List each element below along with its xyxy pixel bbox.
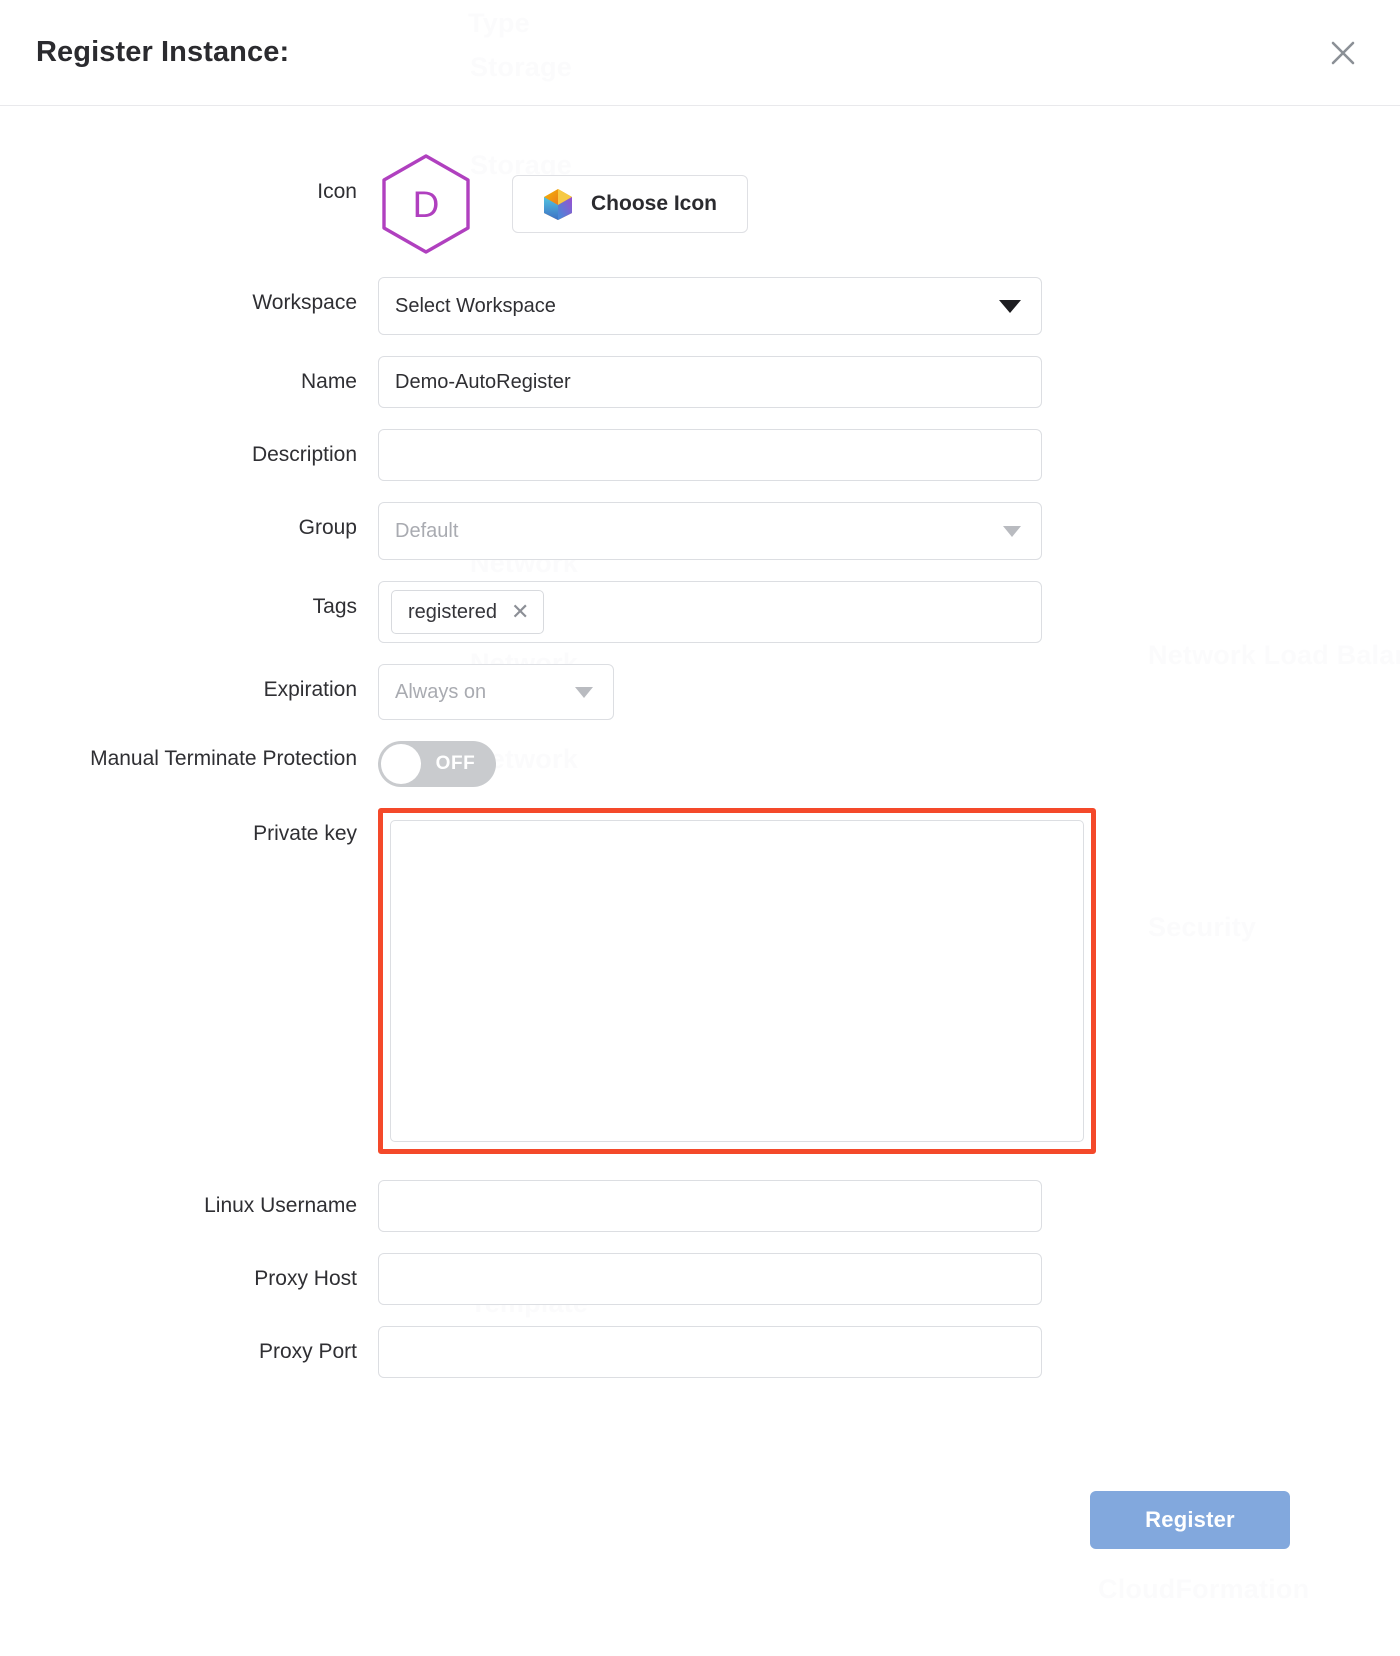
name-input[interactable]: Demo-AutoRegister [378, 356, 1042, 408]
group-value: Default [395, 520, 459, 542]
proxy-port-input[interactable] [378, 1326, 1042, 1378]
form-row-proxy-host: Proxy Host [0, 1253, 1400, 1305]
workspace-label: Workspace [252, 291, 357, 314]
description-label: Description [251, 443, 357, 466]
choose-icon-button[interactable]: Choose Icon [512, 175, 749, 233]
chevron-down-icon [575, 686, 593, 698]
modal-footer: Register [0, 1399, 1400, 1549]
register-instance-modal: TypeStorageStorageStorageNetworkNetworkN… [0, 0, 1400, 1656]
description-input[interactable] [378, 429, 1042, 481]
background-ghost-text: CloudFormation [1098, 1574, 1310, 1604]
expiration-value: Always on [395, 681, 487, 703]
toggle-knob [381, 744, 421, 784]
expiration-select[interactable]: Always on [378, 664, 614, 720]
expiration-label: Expiration [263, 678, 357, 701]
form-row-expiration: Expiration Always on [0, 664, 1400, 720]
private-key-label: Private key [253, 822, 357, 845]
chevron-down-icon [999, 299, 1021, 313]
instance-icon-letter: D [412, 183, 440, 225]
form-row-group: Group Default [0, 502, 1400, 560]
form-row-manual-terminate-protection: Manual Terminate Protection OFF [0, 741, 1400, 787]
close-icon[interactable]: ✕ [511, 601, 529, 623]
proxy-host-label: Proxy Host [254, 1267, 357, 1290]
icon-label: Icon [317, 180, 357, 203]
form-row-private-key: Private key [0, 808, 1400, 1154]
name-label: Name [300, 370, 357, 393]
linux-username-label: Linux Username [204, 1194, 357, 1217]
color-palette-hex-icon [544, 188, 572, 220]
tags-input[interactable]: registered ✕ [378, 581, 1042, 643]
workspace-select[interactable]: Select Workspace [378, 277, 1042, 335]
proxy-port-label: Proxy Port [258, 1340, 357, 1363]
toggle-state-label: OFF [435, 753, 476, 774]
form-row-tags: Tags registered ✕ [0, 581, 1400, 643]
proxy-host-input[interactable] [378, 1253, 1042, 1305]
form-row-name: Name Demo-AutoRegister [0, 356, 1400, 408]
workspace-value: Select Workspace [395, 295, 556, 317]
group-select[interactable]: Default [378, 502, 1042, 560]
close-icon[interactable] [1320, 30, 1366, 76]
choose-icon-label: Choose Icon [591, 192, 718, 215]
tag-chip[interactable]: registered ✕ [391, 590, 545, 634]
tags-label: Tags [312, 595, 357, 618]
modal-header: Register Instance: [0, 0, 1400, 106]
register-button[interactable]: Register [1090, 1491, 1290, 1549]
private-key-textarea[interactable] [390, 820, 1084, 1142]
private-key-highlight-box [378, 808, 1096, 1154]
group-label: Group [298, 516, 357, 539]
manual-terminate-protection-label: Manual Terminate Protection [90, 747, 357, 770]
form-row-proxy-port: Proxy Port [0, 1326, 1400, 1378]
tag-chip-label: registered [408, 600, 497, 623]
chevron-down-icon [1003, 525, 1021, 537]
form-row-linux-username: Linux Username [0, 1180, 1400, 1232]
manual-terminate-protection-toggle[interactable]: OFF [378, 741, 496, 787]
form-row-workspace: Workspace Select Workspace [0, 277, 1400, 335]
modal-body: Icon D Choose Icon Workspace Select Work… [0, 106, 1400, 1378]
form-row-description: Description [0, 429, 1400, 481]
instance-hexagon-icon[interactable]: D [378, 152, 474, 256]
form-row-icon: Icon D Choose Icon [0, 152, 1400, 256]
linux-username-input[interactable] [378, 1180, 1042, 1232]
page-title: Register Instance: [36, 36, 290, 68]
